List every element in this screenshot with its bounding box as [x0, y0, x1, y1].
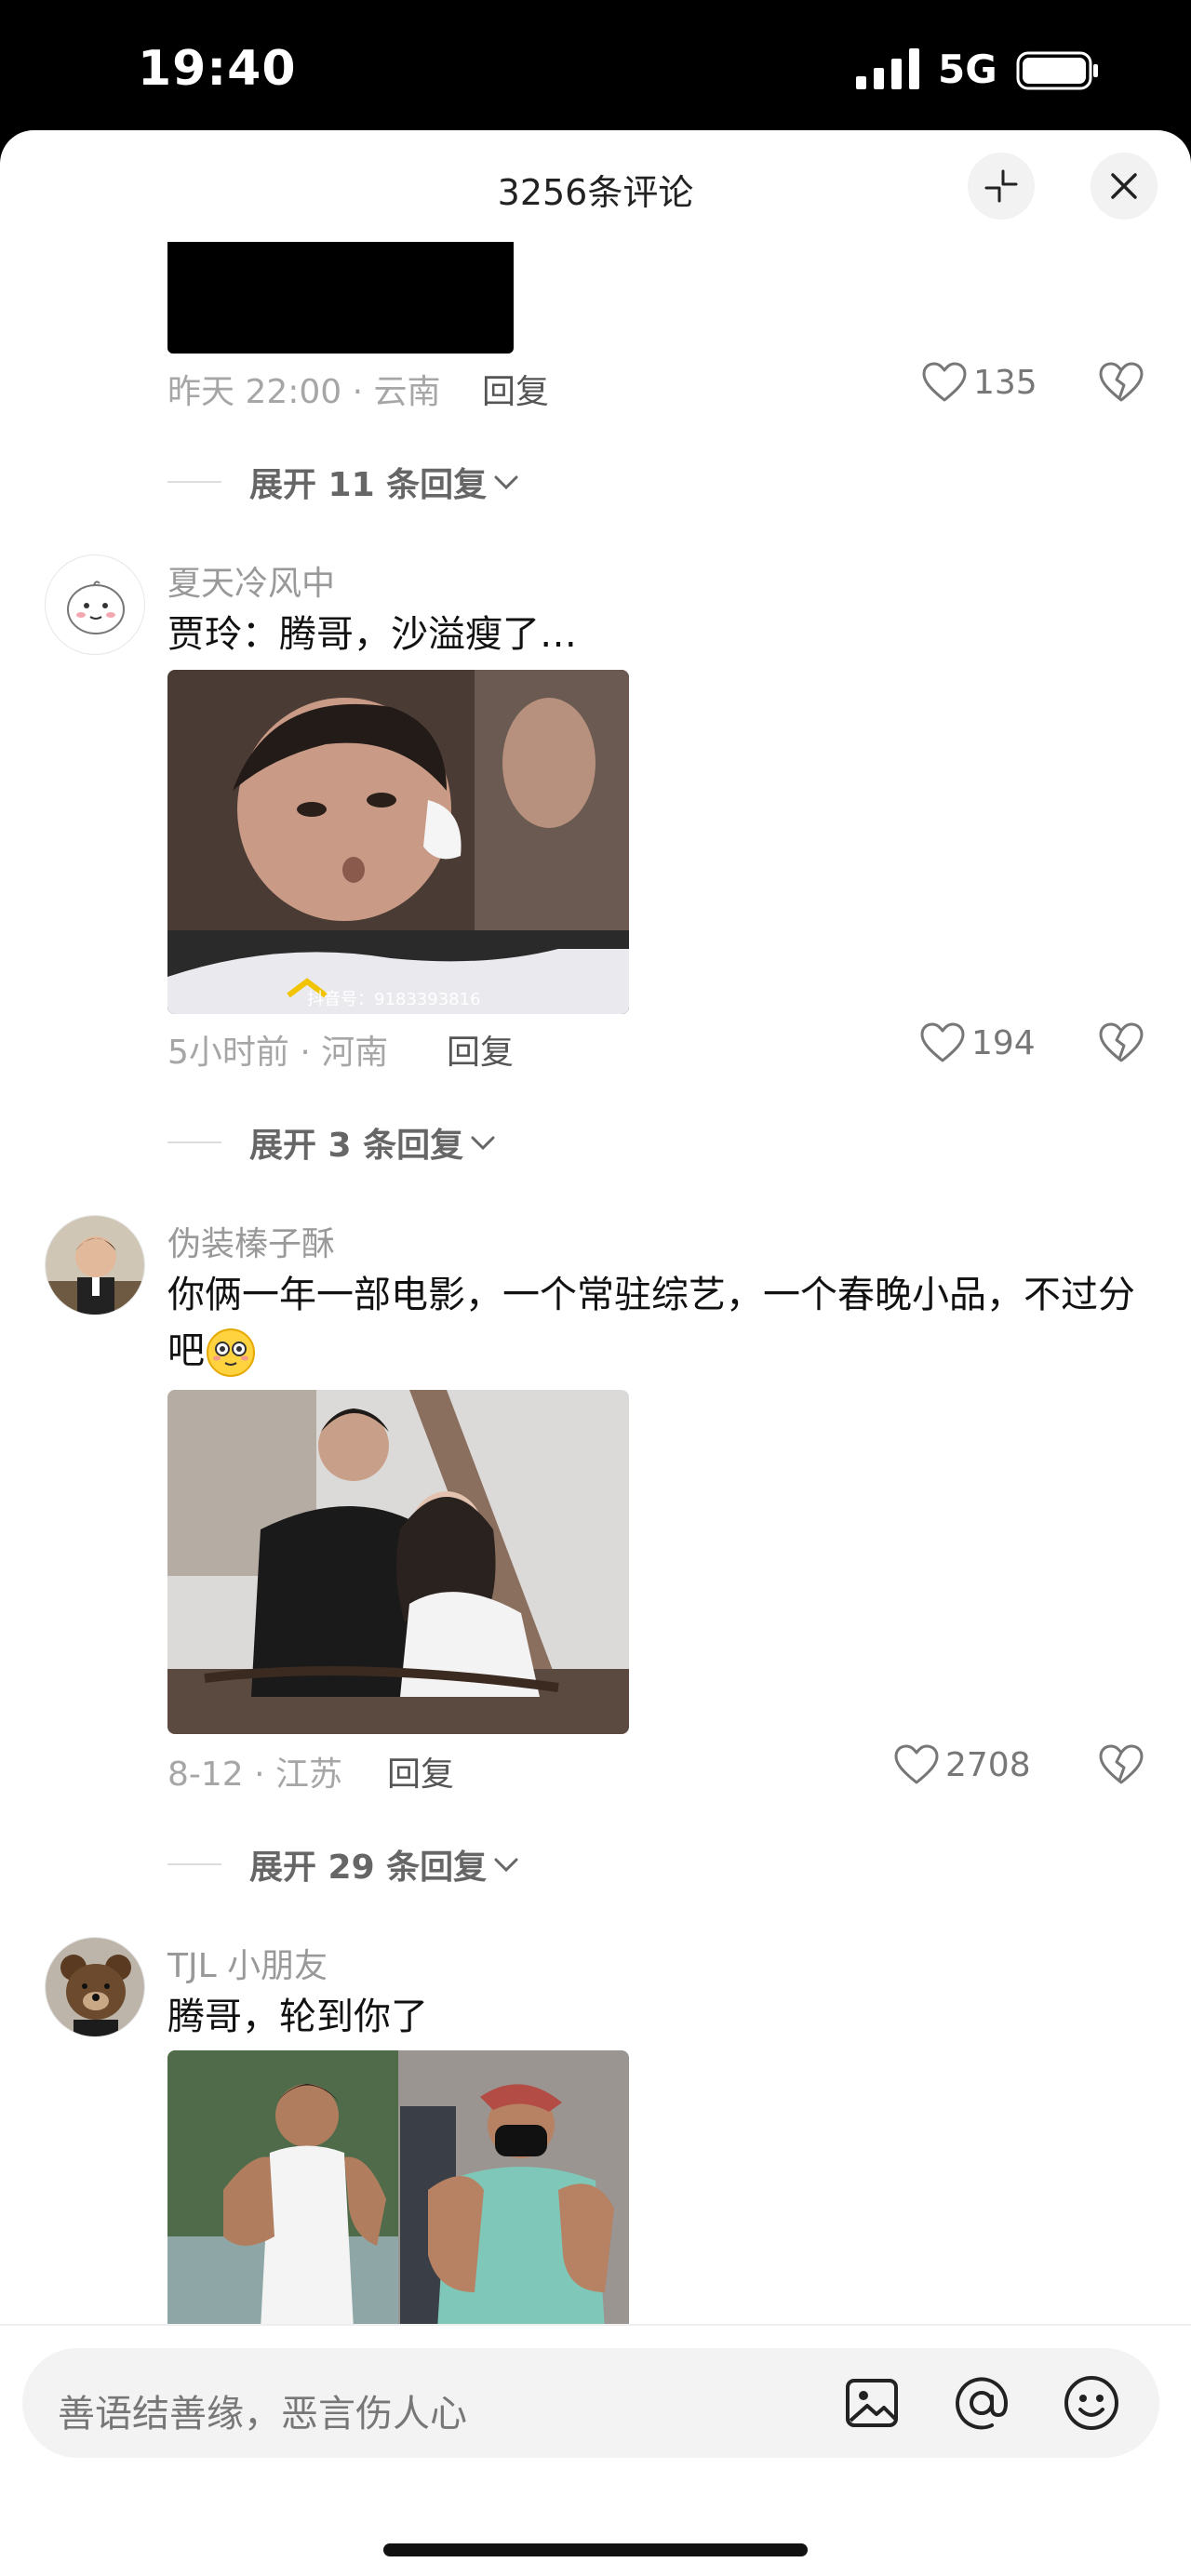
bottom-safe-area	[0, 2456, 1191, 2576]
expand-replies-label: 展开 11 条回复	[249, 466, 488, 504]
like-button[interactable]: 194	[919, 1021, 1036, 1064]
comment-image[interactable]	[167, 1390, 629, 1734]
divider-line	[167, 481, 221, 483]
comments-sheet: 3256条评论 昨天 22:00 · 云南 回复 135 展开 11 条回复 夏…	[0, 130, 1191, 2576]
like-button[interactable]: 2708	[893, 1743, 1031, 1786]
reply-button[interactable]: 回复	[387, 1747, 454, 1795]
comment-photo	[167, 670, 629, 1014]
status-bar: 19:40 5G	[0, 0, 1191, 130]
comment-input-area: 善语结善缘，恶言伤人心	[0, 2324, 1191, 2459]
comment-photo	[167, 1390, 629, 1734]
comment-username[interactable]: TJL 小朋友	[167, 1939, 328, 1987]
image-icon[interactable]	[839, 2370, 904, 2436]
chevron-down-icon	[494, 1858, 518, 1873]
comment-image[interactable]	[167, 2050, 629, 2329]
like-button[interactable]: 135	[921, 361, 1037, 404]
dislike-icon[interactable]	[1098, 361, 1144, 404]
cartoon-avatar-icon	[67, 581, 125, 634]
avatar[interactable]	[45, 554, 145, 655]
collapse-icon	[984, 169, 1018, 203]
emoji-icon[interactable]	[1059, 2370, 1124, 2436]
comment-input[interactable]: 善语结善缘，恶言伤人心	[22, 2348, 1159, 2458]
collapse-button[interactable]	[968, 153, 1035, 220]
image-watermark: 抖音号：9183393816	[307, 990, 481, 1009]
at-icon[interactable]	[949, 2370, 1014, 2436]
comment-meta: 8-12 · 江苏	[167, 1755, 343, 1794]
like-count: 194	[971, 1023, 1036, 1062]
expand-replies-label: 展开 29 条回复	[249, 1849, 488, 1887]
comment-text: 贾玲：腾哥，沙溢瘦了…	[167, 613, 577, 656]
comment-input-placeholder: 善语结善缘，恶言伤人心	[58, 2393, 467, 2436]
comment-photo	[167, 2050, 629, 2329]
comment-text-block: 你俩一年一部电影，一个常驻综艺，一个春晚小品，不过分吧	[167, 1267, 1135, 1379]
comment-image[interactable]: 抖音号：9183393816	[167, 670, 629, 1014]
dislike-icon[interactable]	[1098, 1021, 1144, 1064]
comment-username[interactable]: 伪装榛子酥	[167, 1217, 335, 1265]
status-time: 19:40	[138, 41, 297, 97]
close-button[interactable]	[1091, 153, 1158, 220]
comment-meta: 昨天 22:00 · 云南	[167, 373, 441, 411]
smile-emoji	[207, 1328, 255, 1377]
comment-text: 你俩一年一部电影，一个常驻综艺，一个春晚小品，不过分吧	[167, 1274, 1135, 1372]
comment-username[interactable]: 夏天冷风中	[167, 556, 335, 605]
like-count: 135	[973, 363, 1037, 402]
reply-button[interactable]: 回复	[482, 365, 549, 413]
close-icon	[1111, 173, 1137, 199]
heart-icon	[922, 362, 967, 402]
comment-meta: 5小时前 · 河南	[167, 1034, 389, 1072]
like-count: 2708	[945, 1745, 1031, 1784]
heart-icon	[894, 1744, 939, 1784]
expand-replies-button[interactable]: 展开 3 条回复	[167, 1118, 499, 1167]
expand-replies-button[interactable]: 展开 29 条回复	[167, 1840, 522, 1889]
battery-icon	[1016, 51, 1098, 90]
comment-text: 腾哥，轮到你了	[167, 1995, 428, 2038]
divider-line	[167, 1141, 221, 1143]
expand-replies-button[interactable]: 展开 11 条回复	[167, 458, 522, 506]
home-indicator[interactable]	[383, 2543, 808, 2556]
chevron-down-icon	[494, 475, 518, 490]
comment-image-redacted[interactable]	[167, 242, 514, 354]
heart-icon	[920, 1022, 965, 1062]
child-avatar-icon	[46, 1216, 144, 1315]
signal-icon	[856, 48, 919, 89]
reply-button[interactable]: 回复	[447, 1025, 514, 1074]
avatar[interactable]	[45, 1937, 145, 2037]
network-type: 5G	[938, 47, 997, 92]
avatar[interactable]	[45, 1215, 145, 1315]
divider-line	[167, 1863, 221, 1865]
dislike-icon[interactable]	[1098, 1743, 1144, 1786]
expand-replies-label: 展开 3 条回复	[249, 1127, 464, 1165]
bear-avatar-icon	[46, 1938, 144, 2036]
chevron-down-icon	[471, 1136, 495, 1151]
